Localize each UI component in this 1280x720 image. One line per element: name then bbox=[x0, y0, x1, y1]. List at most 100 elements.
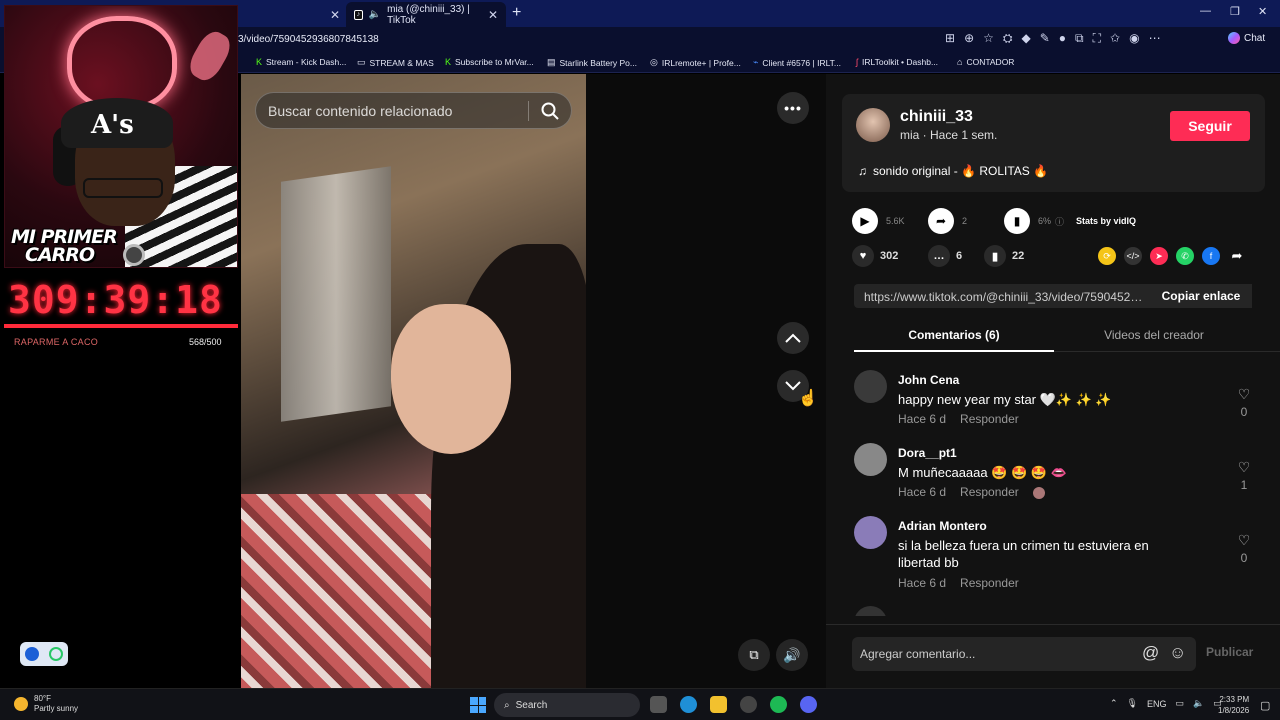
bookmark-1[interactable]: ▭ STREAM & MAS bbox=[357, 57, 434, 68]
bookmark-2[interactable]: K Subscribe to MrVar... bbox=[445, 57, 534, 67]
commenter-name[interactable]: Adrian Montero bbox=[898, 519, 987, 533]
related-search-input[interactable] bbox=[268, 93, 528, 128]
chevron-up-icon[interactable]: ⌃ bbox=[1110, 698, 1118, 709]
minimize-icon[interactable]: — bbox=[1200, 5, 1211, 17]
record-extension-icon[interactable]: ● bbox=[1059, 31, 1066, 46]
mouse-cursor-icon: ☝ bbox=[798, 390, 818, 407]
commenter-avatar[interactable] bbox=[854, 370, 887, 403]
bookmark-3[interactable]: ▤ Starlink Battery Po... bbox=[547, 57, 637, 68]
microphone-icon[interactable]: 🎙 bbox=[1127, 698, 1138, 709]
browser-tab-previous[interactable]: ✕ bbox=[240, 2, 344, 27]
author-username[interactable]: chiniii_33 bbox=[900, 108, 973, 126]
maximize-icon[interactable]: ❐ bbox=[1230, 5, 1240, 18]
bookmark-icon[interactable]: ▮ bbox=[984, 245, 1006, 267]
taskbar-clock[interactable]: 2:33 PM 1/8/2026 bbox=[1218, 694, 1249, 716]
app-toggle-widget[interactable] bbox=[20, 642, 68, 666]
close-tab-icon[interactable]: ✕ bbox=[330, 8, 340, 22]
more-options-button[interactable]: ••• bbox=[777, 92, 809, 124]
extension-icon[interactable]: ⛭ bbox=[1003, 31, 1013, 46]
browser-tab-active[interactable]: ♪ 🔈 mia (@chiniii_33) | TikTok ✕ bbox=[346, 2, 506, 27]
plays-count: 5.6K bbox=[886, 216, 905, 226]
bookmark-4[interactable]: ◎ IRLremote+ | Profe... bbox=[650, 57, 741, 68]
taskbar-apps bbox=[650, 696, 817, 713]
obs-icon[interactable] bbox=[740, 696, 757, 713]
copilot-chat-button[interactable]: Chat bbox=[1228, 32, 1265, 44]
zoom-icon[interactable]: ⊕ bbox=[964, 31, 974, 46]
collections-icon[interactable]: ⛶ bbox=[1093, 31, 1101, 46]
new-tab-icon[interactable]: + bbox=[512, 4, 521, 22]
volume-button[interactable]: 🔊 bbox=[776, 639, 808, 671]
task-view-icon[interactable] bbox=[650, 696, 667, 713]
embed-icon[interactable]: </> bbox=[1124, 247, 1142, 265]
tab-comments[interactable]: Comentarios (6) bbox=[854, 328, 1054, 342]
heart-outline-icon: ♡ bbox=[1237, 459, 1251, 475]
puzzle-extension-icon[interactable]: ⧉ bbox=[1075, 31, 1084, 46]
more-share-icon[interactable]: ➦ bbox=[1228, 247, 1246, 265]
windows-start-icon[interactable] bbox=[470, 697, 486, 713]
edge-icon[interactable] bbox=[680, 696, 697, 713]
file-explorer-icon[interactable] bbox=[710, 696, 727, 713]
floating-player-button[interactable]: ⧉ bbox=[738, 639, 770, 671]
grid-icon[interactable]: ⊞ bbox=[945, 31, 955, 46]
volume-icon[interactable]: 🔈 bbox=[1193, 698, 1204, 709]
bookmark-label: Stream - Kick Dash... bbox=[266, 57, 347, 67]
play-icon: ▶ bbox=[852, 208, 878, 234]
comment-icon[interactable]: … bbox=[928, 245, 950, 267]
discord-icon[interactable] bbox=[800, 696, 817, 713]
close-tab-icon[interactable]: ✕ bbox=[488, 8, 498, 22]
whatsapp-icon[interactable]: ✆ bbox=[1176, 247, 1194, 265]
copy-link-button[interactable]: Copiar enlace bbox=[1150, 284, 1252, 308]
author-avatar[interactable] bbox=[856, 108, 890, 142]
reply-link[interactable]: Responder bbox=[960, 412, 1019, 426]
language-indicator[interactable]: ENG bbox=[1147, 699, 1167, 709]
video-link[interactable]: https://www.tiktok.com/@chiniii_33/video… bbox=[864, 290, 1144, 304]
heart-icon[interactable]: ♥ bbox=[852, 245, 874, 267]
more-menu-icon[interactable]: ⋯ bbox=[1149, 31, 1161, 46]
info-icon[interactable]: ⓘ bbox=[1055, 215, 1064, 228]
repost-icon[interactable]: ⟳ bbox=[1098, 247, 1116, 265]
close-window-icon[interactable]: ✕ bbox=[1258, 5, 1267, 18]
display-icon[interactable]: ▭ bbox=[1176, 698, 1185, 709]
commenter-avatar[interactable] bbox=[854, 606, 887, 616]
bookmark-5[interactable]: ⌁ Client #6576 | IRLT... bbox=[753, 57, 841, 68]
comment-like[interactable]: ♡ 0 bbox=[1234, 532, 1254, 565]
emoji-icon[interactable]: ☺ bbox=[1169, 643, 1186, 663]
bookmark-6[interactable]: ʃ IRLToolkit • Dashb... bbox=[856, 57, 938, 67]
bookmark-7[interactable]: ⌂ CONTADOR bbox=[957, 57, 1014, 67]
tab-creator-videos[interactable]: Videos del creador bbox=[1054, 328, 1254, 342]
commenter-avatar[interactable] bbox=[854, 516, 887, 549]
pen-extension-icon[interactable]: ✎ bbox=[1040, 31, 1050, 46]
reply-link[interactable]: Responder bbox=[960, 576, 1019, 590]
chat-label: Chat bbox=[1244, 32, 1266, 44]
search-icon[interactable] bbox=[540, 101, 560, 121]
commenter-name[interactable]: John Cena bbox=[898, 373, 959, 387]
send-icon[interactable]: ➤ bbox=[1150, 247, 1168, 265]
diamond-extension-icon[interactable]: ◆ bbox=[1022, 31, 1031, 46]
notification-icon[interactable]: ▢ bbox=[1260, 699, 1270, 712]
address-bar-icons: ⊞ ⊕ ☆ ⛭ ◆ ✎ ● ⧉ ⛶ ✩ ◉ ⋯ bbox=[945, 31, 1161, 46]
follow-button[interactable]: Seguir bbox=[1170, 111, 1250, 141]
post-comment-button[interactable]: Publicar bbox=[1206, 645, 1253, 659]
url-field[interactable]: 3/video/7590452936807845138 bbox=[238, 34, 379, 45]
profile-avatar-icon[interactable]: ◉ bbox=[1129, 31, 1139, 46]
author-info-card: chiniii_33 mia · Hace 1 sem. Seguir ♫ so… bbox=[842, 94, 1265, 192]
video-player[interactable] bbox=[241, 74, 586, 688]
bookmark-0[interactable]: K Stream - Kick Dash... bbox=[256, 57, 346, 67]
sound-link[interactable]: ♫ sonido original - 🔥 ROLITAS 🔥 bbox=[858, 164, 1048, 178]
comment-like[interactable]: ♡ 1 bbox=[1234, 459, 1254, 492]
goal-count: 568/500 bbox=[189, 337, 222, 347]
commenter-avatar[interactable] bbox=[854, 443, 887, 476]
spotify-icon[interactable] bbox=[770, 696, 787, 713]
favorites-icon[interactable]: ✩ bbox=[1110, 31, 1120, 46]
comment-like[interactable]: ♡ 0 bbox=[1234, 386, 1254, 419]
commenter-name[interactable]: Dora__pt1 bbox=[898, 446, 957, 460]
kick-icon: K bbox=[256, 57, 263, 67]
favorite-star-icon[interactable]: ☆ bbox=[983, 31, 994, 46]
panel-tabs: Comentarios (6) Videos del creador bbox=[854, 324, 1280, 352]
weather-widget[interactable]: 80°F Partly sunny bbox=[14, 694, 78, 714]
facebook-icon[interactable]: f bbox=[1202, 247, 1220, 265]
mention-icon[interactable]: @ bbox=[1142, 643, 1159, 663]
taskbar-search[interactable]: ⌕ Search bbox=[494, 693, 640, 717]
previous-video-button[interactable] bbox=[777, 322, 809, 354]
reply-link[interactable]: Responder bbox=[960, 485, 1019, 499]
